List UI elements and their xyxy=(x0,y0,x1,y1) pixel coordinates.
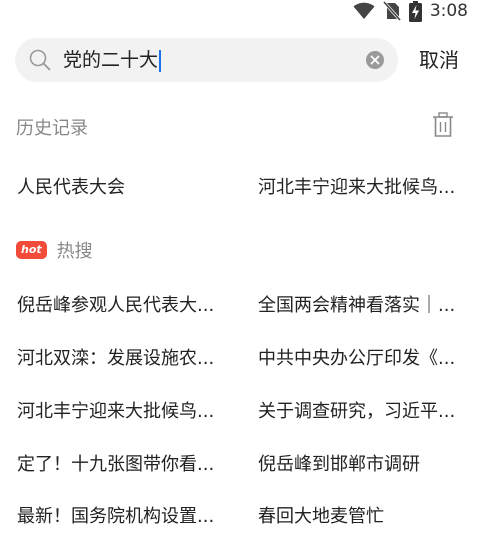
search-query-text: 党的二十大 xyxy=(63,38,161,82)
trend-item[interactable]: 中共中央办公厅印发《... xyxy=(258,344,468,370)
status-icons: 3:08 xyxy=(353,0,468,22)
history-item[interactable]: 人民代表大会 xyxy=(17,173,125,199)
text-caret xyxy=(159,49,161,72)
history-item[interactable]: 河北丰宁迎来大批候鸟... xyxy=(258,173,455,199)
hot-title: 热搜 xyxy=(56,241,93,262)
trend-item[interactable]: 关于调查研究，习近平... xyxy=(258,397,468,423)
clear-icon[interactable] xyxy=(366,51,384,73)
wifi-icon xyxy=(353,2,375,20)
search-row: 党的二十大 取消 xyxy=(15,38,465,82)
hot-header: hot 热搜 xyxy=(16,236,93,264)
trend-item[interactable]: 春回大地麦管忙 xyxy=(258,502,468,528)
search-icon xyxy=(29,49,51,75)
status-bar: 3:08 xyxy=(0,0,480,22)
trend-item[interactable]: 最新！国务院机构设置... xyxy=(17,502,227,528)
trend-item[interactable]: 河北丰宁迎来大批候鸟... xyxy=(17,397,227,423)
no-sim-icon xyxy=(382,1,401,21)
cancel-button[interactable]: 取消 xyxy=(419,38,459,82)
history-title: 历史记录 xyxy=(16,118,88,139)
trend-item[interactable]: 全国两会精神看落实｜... xyxy=(258,291,468,317)
trend-item[interactable]: 河北双滦：发展设施农... xyxy=(17,344,227,370)
trash-icon[interactable] xyxy=(432,112,454,142)
trend-item[interactable]: 倪岳峰参观人民代表大... xyxy=(17,291,227,317)
search-input[interactable]: 党的二十大 xyxy=(15,38,398,82)
history-header: 历史记录 xyxy=(16,112,464,142)
search-query-value: 党的二十大 xyxy=(63,49,159,71)
hot-badge: hot xyxy=(16,241,47,259)
status-time: 3:08 xyxy=(429,1,468,21)
trend-item[interactable]: 定了！十九张图带你看... xyxy=(17,450,227,476)
battery-charging-icon xyxy=(408,0,422,22)
trend-item[interactable]: 倪岳峰到邯郸市调研 xyxy=(258,450,468,476)
